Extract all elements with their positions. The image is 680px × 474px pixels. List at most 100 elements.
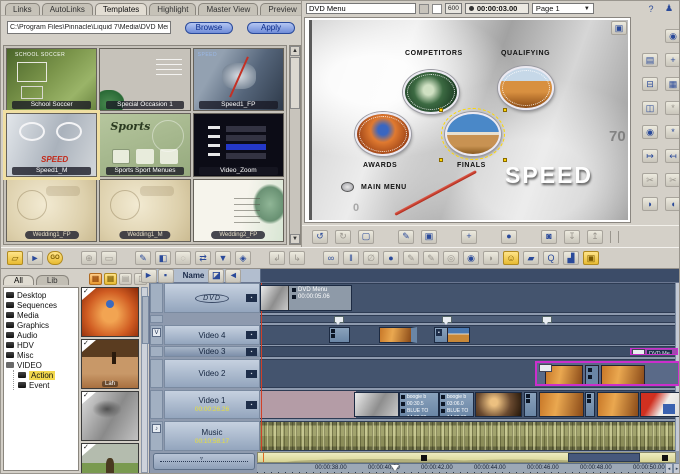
- target-icon[interactable]: ◉: [665, 29, 679, 43]
- overview-marker[interactable]: [662, 455, 668, 461]
- panel-icon[interactable]: ▤: [642, 53, 658, 67]
- template-speed1-m-selected[interactable]: SPEED Speed1_M: [6, 113, 98, 177]
- remove-box-icon[interactable]: ⊟: [642, 77, 658, 91]
- menu-label-qualifying[interactable]: QUALIFYING: [501, 50, 550, 57]
- overview-scroll-thumb[interactable]: [568, 453, 640, 462]
- track-lane-video1[interactable]: boogie b 00:30.5 BLUE TO 14:09.33 boogie…: [260, 390, 679, 419]
- effect-icon[interactable]: *: [665, 101, 679, 115]
- clip-thumbnail-smoke[interactable]: ✓: [81, 391, 139, 441]
- scale-box[interactable]: 600: [445, 3, 462, 14]
- half-left-icon[interactable]: ◖: [665, 197, 679, 211]
- pen-gray-icon[interactable]: ✎: [403, 251, 419, 265]
- template-scrollbar[interactable]: ▲ ▼: [289, 45, 301, 245]
- ruler-scroll-left-icon[interactable]: ◂: [665, 463, 673, 473]
- clip-thumbnail-field[interactable]: ✓: [81, 443, 139, 473]
- marker-lane-strip[interactable]: [260, 315, 676, 325]
- video-badge[interactable]: V: [152, 328, 161, 337]
- clip-small-label[interactable]: [524, 392, 537, 417]
- timeline-overview-strip[interactable]: [257, 452, 676, 463]
- half-right-icon[interactable]: ◗: [642, 197, 658, 211]
- swap-icon[interactable]: ⇄: [195, 251, 211, 265]
- checkbox[interactable]: [432, 3, 442, 14]
- ruler-scroll-right-icon[interactable]: ▸: [673, 463, 679, 473]
- mute-icon[interactable]: ∅: [363, 251, 379, 265]
- select-frame-icon[interactable]: ▢: [358, 229, 374, 244]
- tab-all[interactable]: All: [3, 275, 34, 285]
- menu-button-awards[interactable]: [355, 112, 411, 156]
- view-small-icons-icon[interactable]: ▦: [104, 273, 117, 285]
- tab-templates[interactable]: Templates: [94, 3, 148, 15]
- tree-item-action-selected[interactable]: Action: [18, 370, 78, 380]
- overlap-icon[interactable]: ◫: [642, 101, 658, 115]
- clip-labeled-thumb[interactable]: ▪: [434, 327, 470, 343]
- track-lane-video2[interactable]: [260, 359, 679, 388]
- track-lane-music-waveform[interactable]: [260, 421, 676, 451]
- handset-icon[interactable]: ◗: [483, 251, 499, 265]
- link-icon[interactable]: ∞: [323, 251, 339, 265]
- menu-button-finals-selected[interactable]: [441, 108, 505, 160]
- tree-item-graphics[interactable]: Graphics: [6, 320, 78, 330]
- page-select[interactable]: Page 1 ▼: [531, 3, 594, 14]
- clip-thumbnail-desert[interactable]: ✓ Lah: [81, 339, 139, 389]
- menu-button-competitors[interactable]: [403, 70, 459, 114]
- pointer-icon[interactable]: ►: [27, 251, 43, 265]
- globe-icon[interactable]: ◎: [443, 251, 459, 265]
- timeline-footer-box[interactable]: [153, 453, 255, 470]
- tree-item-video[interactable]: VIDEO: [6, 360, 78, 370]
- smiley-icon[interactable]: ☺: [503, 251, 519, 265]
- record-icon[interactable]: ●: [501, 229, 517, 244]
- track-output-icon[interactable]: ▪: [246, 294, 257, 302]
- clip-small-blue[interactable]: [329, 327, 350, 343]
- track-lane-dvd[interactable]: DVD Menu 00:00:05.06: [260, 283, 676, 313]
- preview-tool-icon[interactable]: ▣: [611, 21, 627, 35]
- track-output-icon[interactable]: ▪: [246, 400, 257, 409]
- selection-handle[interactable]: [439, 108, 443, 112]
- arrow-down-right-icon[interactable]: ↳: [289, 251, 305, 265]
- timeline-ruler[interactable]: 00:00:38.00 00:00:40.00 00:00:42.00 00:0…: [257, 463, 676, 473]
- track-gutter[interactable]: [150, 359, 163, 388]
- track-output-icon[interactable]: ▪: [246, 347, 257, 356]
- view-large-icons-icon[interactable]: ▦: [89, 273, 102, 285]
- clip-gray-thumb[interactable]: [354, 392, 399, 417]
- add-page-icon[interactable]: +: [461, 229, 477, 244]
- tree-item-desktop[interactable]: Desktop: [6, 290, 78, 300]
- track-gutter[interactable]: [150, 283, 163, 313]
- apply-button[interactable]: Apply: [247, 21, 295, 34]
- clip-orange-thumb[interactable]: [379, 327, 417, 343]
- chapter-marker-icon[interactable]: [334, 316, 344, 325]
- redo-icon[interactable]: ↻: [335, 229, 351, 244]
- nudge-up-icon[interactable]: ↥: [587, 229, 603, 244]
- align-right-icon[interactable]: ↦: [642, 149, 658, 163]
- tab-links[interactable]: Links: [5, 3, 40, 15]
- tab-master-view[interactable]: Master View: [198, 3, 259, 15]
- template-speed1-fp[interactable]: SPEED Speed1_FP: [192, 48, 284, 112]
- plugin-icon[interactable]: ▣: [583, 251, 599, 265]
- track-header-music[interactable]: Music 00:10:58.17: [164, 421, 260, 451]
- clip-thumbnail-celebration[interactable]: ✓: [81, 287, 139, 337]
- tab-autolinks[interactable]: AutoLinks: [41, 3, 93, 15]
- scroll-down-icon[interactable]: ▼: [290, 234, 300, 244]
- nudge-down-icon[interactable]: ↧: [564, 229, 580, 244]
- template-special-occasion[interactable]: Special Occasion 1: [99, 48, 191, 112]
- track-header-video1[interactable]: Video 1 00:00:26.26 ▪: [164, 390, 260, 419]
- tab-preview[interactable]: Preview: [260, 3, 305, 15]
- template-wedding2-fp[interactable]: Wedding2_FP: [192, 178, 284, 242]
- thumbnail-scrollbar[interactable]: [141, 287, 149, 473]
- track-gutter[interactable]: [150, 390, 163, 419]
- blob-icon[interactable]: ●: [383, 251, 399, 265]
- playhead-marker-icon[interactable]: [391, 465, 399, 471]
- user-export-icon[interactable]: ♟: [661, 3, 677, 15]
- browse-button[interactable]: Browse: [185, 21, 233, 34]
- track-gutter[interactable]: [150, 346, 163, 357]
- clip-desert-thumb[interactable]: [539, 392, 584, 417]
- solo-icon[interactable]: ◪: [208, 268, 225, 283]
- template-video-zoom[interactable]: Video_Zoom: [192, 113, 284, 177]
- grab-frame-icon[interactable]: ▣: [421, 229, 437, 244]
- circle-tool-icon[interactable]: ◌: [175, 251, 191, 265]
- menu-label-main-menu[interactable]: MAIN MENU: [361, 184, 407, 191]
- arrow-down-left-icon[interactable]: ↲: [269, 251, 285, 265]
- selection-handle[interactable]: [503, 108, 507, 112]
- audio-badge[interactable]: ♪: [152, 424, 161, 433]
- tree-item-event[interactable]: Event: [18, 380, 78, 390]
- chapter-marker-icon[interactable]: [442, 316, 452, 325]
